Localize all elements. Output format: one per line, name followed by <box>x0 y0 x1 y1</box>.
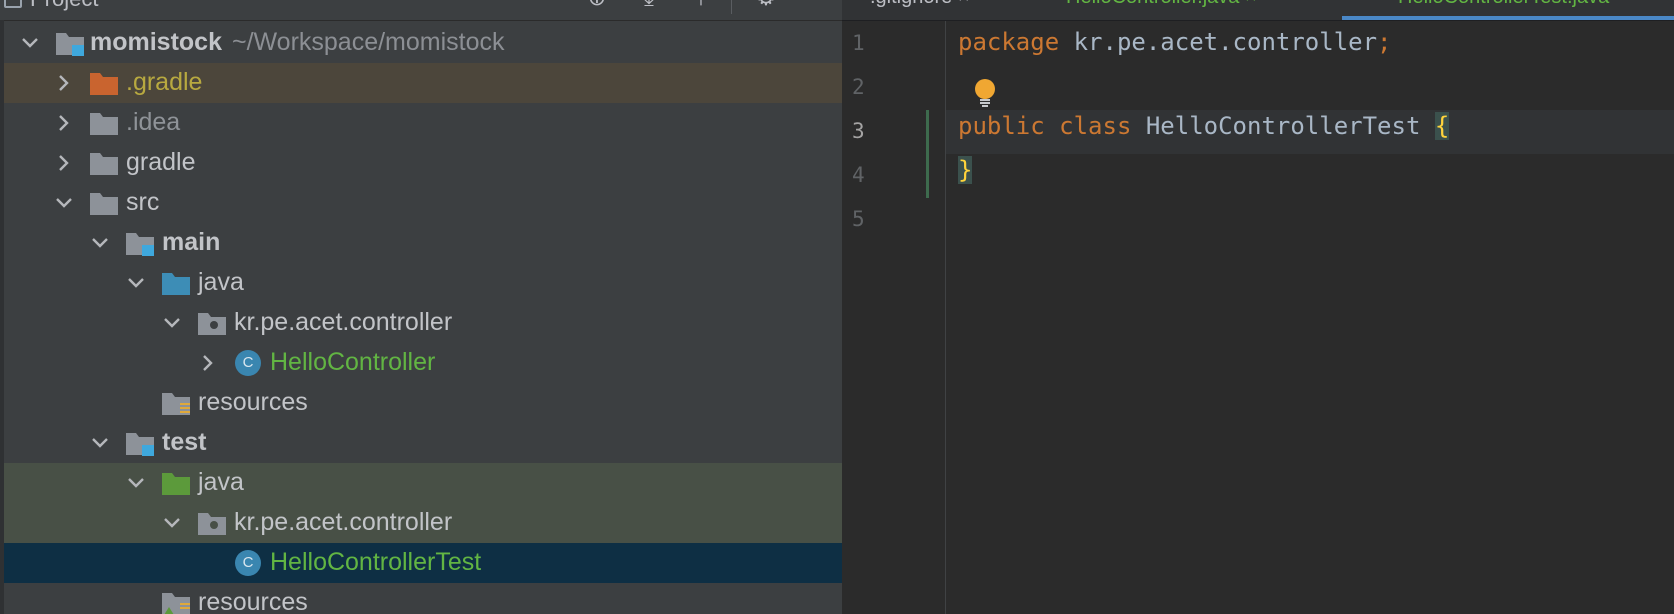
source-folder-icon <box>162 273 190 295</box>
tree-item-label: HelloController <box>270 348 436 376</box>
header-separator <box>731 0 732 14</box>
module-folder-icon <box>56 33 84 56</box>
project-window-icon <box>4 0 22 8</box>
chevron-right-icon[interactable] <box>52 111 76 135</box>
tree-item-hello-controller[interactable]: C HelloController <box>4 343 842 383</box>
tree-item-test-package[interactable]: kr.pe.acet.controller <box>4 503 842 543</box>
tree-item-label: gradle <box>126 148 196 176</box>
java-class-icon: C <box>235 350 261 376</box>
tree-item-test[interactable]: test <box>4 423 842 463</box>
active-tab-indicator <box>1342 16 1674 20</box>
tree-item-label: java <box>198 468 244 496</box>
package-icon <box>198 313 226 335</box>
vcs-change-marker[interactable] <box>926 110 929 198</box>
project-panel: Project ⊕ ⤓ ⤒ ⚙ momistock~/Workspace/mom… <box>0 0 842 614</box>
test-resources-folder-icon <box>162 593 190 614</box>
line-number-gutter: 1 2 3 4 5 <box>842 21 946 614</box>
code-line-4[interactable]: } <box>958 156 973 184</box>
lightbulb-icon[interactable] <box>972 78 998 108</box>
chevron-down-icon[interactable] <box>88 231 112 255</box>
chevron-down-icon[interactable] <box>52 191 76 215</box>
tree-item-main-package[interactable]: kr.pe.acet.controller <box>4 303 842 343</box>
chevron-down-icon[interactable] <box>160 311 184 335</box>
tree-item-src[interactable]: src <box>4 183 842 223</box>
resources-folder-icon <box>162 393 190 415</box>
line-number: 5 <box>852 207 865 231</box>
chevron-down-icon[interactable] <box>124 471 148 495</box>
tree-item-hello-controller-test[interactable]: C HelloControllerTest <box>4 543 842 583</box>
tree-item-label: resources <box>198 588 308 614</box>
tree-item-main-resources[interactable]: resources <box>4 383 842 423</box>
project-panel-header: Project ⊕ ⤓ ⤒ ⚙ <box>0 0 842 21</box>
line-number: 3 <box>852 119 865 143</box>
test-source-folder-icon <box>162 473 190 495</box>
tree-item-label: java <box>198 268 244 296</box>
chevron-right-icon[interactable] <box>196 351 220 375</box>
tree-item-label: HelloControllerTest <box>270 548 482 576</box>
project-panel-title[interactable]: Project <box>30 0 98 12</box>
tab-gitignore[interactable]: .gitignore × <box>870 0 970 9</box>
excluded-folder-icon <box>90 73 118 95</box>
tree-item-label: momistock ~/Workspace/momistock <box>90 28 505 56</box>
tree-item-label: test <box>162 428 207 456</box>
tree-item-label: kr.pe.acet.controller <box>234 508 453 536</box>
tab-hello-controller-test[interactable]: HelloControllerTest.java <box>1398 0 1609 9</box>
tree-item-gradle-dir[interactable]: .gradle <box>4 63 842 103</box>
line-number: 4 <box>852 163 865 187</box>
tree-item-main-java[interactable]: java <box>4 263 842 303</box>
tree-item-label: src <box>126 188 160 216</box>
gear-icon[interactable]: ⚙ <box>753 0 779 14</box>
code-line-1[interactable]: package kr.pe.acet.controller; <box>958 28 1392 56</box>
editor-tab-bar: .gitignore × HelloController.java × Hell… <box>842 0 1674 21</box>
tree-item-gradle[interactable]: gradle <box>4 143 842 183</box>
line-number: 1 <box>852 31 865 55</box>
tree-item-main[interactable]: main <box>4 223 842 263</box>
chevron-right-icon[interactable] <box>52 71 76 95</box>
code-editor[interactable]: .gitignore × HelloController.java × Hell… <box>842 0 1674 614</box>
locate-icon[interactable]: ⊕ <box>584 0 610 14</box>
chevron-down-icon[interactable] <box>88 431 112 455</box>
tree-item-label: .gradle <box>126 68 203 96</box>
tree-item-label: main <box>162 228 221 256</box>
module-folder-icon <box>126 433 154 456</box>
tab-hello-controller[interactable]: HelloController.java × <box>1066 0 1257 9</box>
chevron-down-icon[interactable] <box>160 511 184 535</box>
tree-item-momistock[interactable]: momistock ~/Workspace/momistock <box>4 23 842 63</box>
collapse-all-icon[interactable]: ⤒ <box>688 0 714 14</box>
tree-item-label: kr.pe.acet.controller <box>234 308 453 336</box>
tree-item-label: resources <box>198 388 308 416</box>
chevron-down-icon[interactable] <box>124 271 148 295</box>
chevron-down-icon[interactable] <box>18 31 42 55</box>
chevron-right-icon[interactable] <box>52 151 76 175</box>
folder-icon <box>90 193 118 215</box>
module-folder-icon <box>126 233 154 256</box>
tree-item-test-resources[interactable]: resources <box>4 583 842 614</box>
folder-icon <box>90 153 118 175</box>
folder-icon <box>90 113 118 135</box>
code-line-3[interactable]: public class HelloControllerTest { <box>958 112 1450 140</box>
java-class-icon: C <box>235 550 261 576</box>
package-icon <box>198 513 226 535</box>
expand-all-icon[interactable]: ⤓ <box>636 0 662 14</box>
tree-item-idea[interactable]: .idea <box>4 103 842 143</box>
line-number: 2 <box>852 75 865 99</box>
tree-item-label: .idea <box>126 108 181 136</box>
tree-item-test-java[interactable]: java <box>4 463 842 503</box>
